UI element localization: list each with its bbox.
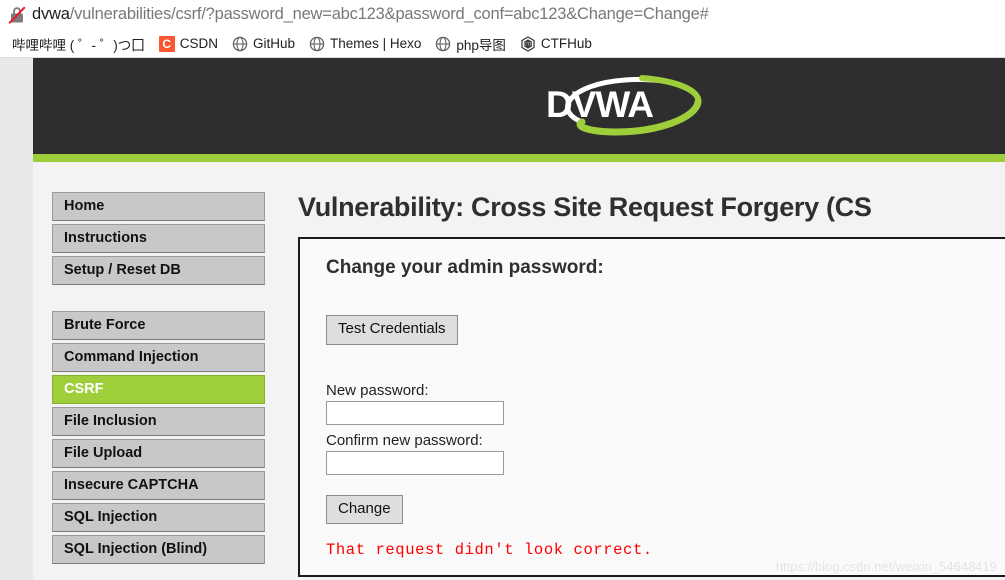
sidebar-item-sql-injection[interactable]: SQL Injection — [52, 503, 265, 532]
site-header: DVWA — [33, 58, 1005, 154]
bookmark-php-mindmap[interactable]: php导图 — [428, 32, 513, 56]
sidebar-nav: Home Instructions Setup / Reset DB Brute… — [33, 192, 268, 567]
sidebar-item-instructions[interactable]: Instructions — [52, 224, 265, 253]
bookmark-label: CTFHub — [540, 36, 592, 51]
dvwa-page: DVWA Home Instructions Setup / Reset DB … — [33, 58, 1005, 580]
new-password-label: New password: — [326, 381, 429, 399]
confirm-password-label: Confirm new password: — [326, 431, 483, 449]
bookmark-themes-hexo[interactable]: Themes | Hexo — [302, 32, 428, 56]
bookmark-bilibili[interactable]: 哔哩哔哩 ( ゜- ゜)つ囗 — [0, 32, 152, 56]
ctfhub-hex-icon: CTF — [520, 35, 536, 52]
error-message: That request didn't look correct. — [326, 541, 653, 559]
globe-icon — [435, 36, 451, 52]
panel-heading: Change your admin password: — [326, 257, 604, 278]
bookmarks-bar: 哔哩哔哩 ( ゜- ゜)つ囗 C CSDN GitHub Themes | He… — [0, 30, 1005, 58]
green-accent-bar — [33, 154, 1005, 162]
page-viewport: DVWA Home Instructions Setup / Reset DB … — [0, 58, 1005, 580]
url-bar[interactable]: dvwa/vulnerabilities/csrf/?password_new=… — [0, 0, 1005, 30]
globe-icon — [309, 36, 325, 52]
page-title: Vulnerability: Cross Site Request Forger… — [298, 192, 872, 222]
sidebar-item-sql-injection-blind[interactable]: SQL Injection (Blind) — [52, 535, 265, 564]
svg-text:DVWA: DVWA — [546, 84, 653, 125]
sidebar-item-file-inclusion[interactable]: File Inclusion — [52, 407, 265, 436]
sidebar-item-file-upload[interactable]: File Upload — [52, 439, 265, 468]
url-text[interactable]: dvwa/vulnerabilities/csrf/?password_new=… — [32, 5, 709, 24]
insecure-lock-icon[interactable] — [6, 4, 28, 26]
sidebar-item-brute-force[interactable]: Brute Force — [52, 311, 265, 340]
main-content: Vulnerability: Cross Site Request Forger… — [268, 192, 1005, 577]
bookmark-label: php导图 — [456, 37, 506, 53]
page-layout: Home Instructions Setup / Reset DB Brute… — [33, 162, 1005, 577]
url-host: dvwa — [32, 5, 70, 23]
confirm-password-input[interactable] — [326, 450, 504, 475]
sidebar-item-command-injection[interactable]: Command Injection — [52, 343, 265, 372]
sidebar-item-insecure-captcha[interactable]: Insecure CAPTCHA — [52, 471, 265, 500]
sidebar-item-setup-reset-db[interactable]: Setup / Reset DB — [52, 256, 265, 285]
browser-chrome: dvwa/vulnerabilities/csrf/?password_new=… — [0, 0, 1005, 58]
bookmark-ctfhub[interactable]: CTF CTFHub — [513, 32, 599, 56]
bookmark-github[interactable]: GitHub — [225, 32, 302, 56]
bookmark-label: Themes | Hexo — [330, 36, 422, 51]
test-credentials-button[interactable]: Test Credentials — [326, 315, 458, 345]
url-path: /vulnerabilities/csrf/?password_new=abc1… — [69, 5, 709, 23]
vulnerability-panel: Change your admin password: Test Credent… — [298, 237, 1005, 577]
bookmark-label: 哔哩哔哩 ( ゜- ゜)つ囗 — [12, 37, 145, 53]
globe-icon — [232, 36, 248, 52]
csdn-icon: C — [158, 35, 175, 52]
sidebar-divider — [52, 288, 268, 311]
sidebar-item-home[interactable]: Home — [52, 192, 265, 221]
new-password-input[interactable] — [326, 400, 504, 425]
bookmark-label: GitHub — [253, 36, 296, 51]
bookmark-label: CSDN — [179, 36, 219, 51]
sidebar-item-csrf[interactable]: CSRF — [52, 375, 265, 404]
bookmark-csdn[interactable]: C CSDN — [152, 32, 225, 56]
change-button[interactable]: Change — [326, 494, 403, 524]
svg-text:CTF: CTF — [524, 41, 533, 46]
dvwa-logo: DVWA — [530, 72, 710, 142]
